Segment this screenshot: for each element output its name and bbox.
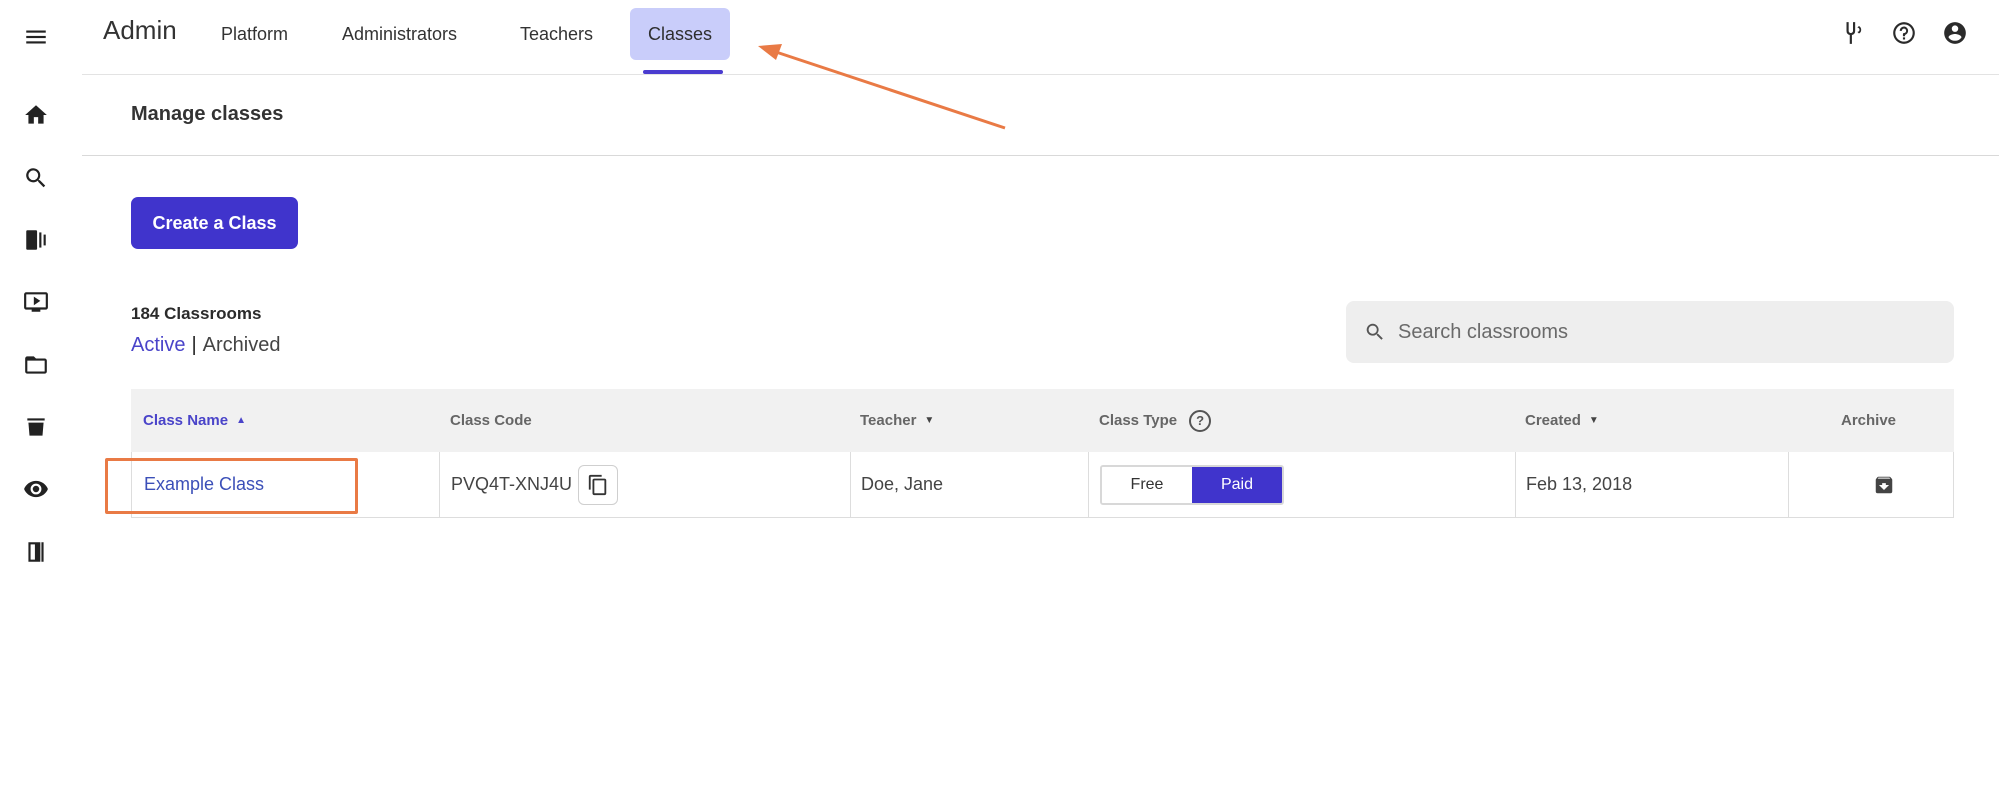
tuning-fork-icon[interactable]: [1838, 18, 1868, 48]
sidebar: [0, 0, 72, 807]
tab-platform[interactable]: Platform: [203, 8, 306, 60]
archive-icon: [1875, 476, 1893, 493]
help-circle-icon[interactable]: [1889, 18, 1919, 48]
home-icon[interactable]: [18, 97, 54, 133]
sort-down-icon: ▼: [924, 415, 935, 426]
sort-down-icon: ▼: [1588, 415, 1599, 426]
column-header-class-name[interactable]: Class Name ▲: [143, 389, 246, 452]
tab-classes[interactable]: Classes: [630, 8, 731, 60]
active-tab-indicator: [643, 70, 723, 74]
filter-separator: |: [191, 334, 197, 356]
app-brand: Admin: [103, 15, 177, 45]
column-header-teacher[interactable]: Teacher ▼: [860, 389, 934, 452]
eye-icon[interactable]: [18, 471, 54, 507]
class-type-free-option[interactable]: Free: [1102, 466, 1192, 503]
status-filter: Active | Archived: [131, 334, 280, 357]
class-type-cell: Free Paid: [1100, 452, 1284, 517]
copy-code-button[interactable]: [578, 464, 619, 505]
search-box: [1346, 301, 1954, 363]
page-header: Manage classes: [82, 76, 1999, 156]
column-label: Class Type: [1099, 412, 1178, 429]
class-type-toggle: Free Paid: [1100, 464, 1284, 505]
column-header-class-type: Class Type ?: [1099, 389, 1212, 452]
class-name-cell: Example Class: [144, 452, 264, 517]
class-code-cell: PVQ4T-XNJ4U: [451, 452, 619, 517]
sort-ascending-icon: ▲: [236, 415, 246, 426]
teacher-cell: Doe, Jane: [861, 474, 944, 494]
help-icon[interactable]: ?: [1189, 409, 1212, 432]
search-icon[interactable]: [18, 160, 54, 196]
cell-divider: [439, 452, 440, 517]
presentation-icon[interactable]: [18, 284, 54, 320]
archive-button[interactable]: [1869, 470, 1899, 500]
class-name-link[interactable]: Example Class: [144, 474, 264, 495]
column-header-created[interactable]: Created ▼: [1525, 389, 1599, 452]
column-label: Archive: [1841, 412, 1897, 429]
column-label: Class Code: [450, 412, 532, 429]
menu-icon[interactable]: [18, 19, 54, 55]
copy-icon: [588, 474, 607, 495]
cell-divider: [1088, 452, 1089, 517]
column-label: Created: [1525, 412, 1581, 429]
filter-archived-link[interactable]: Archived: [203, 334, 281, 356]
class-code-value: PVQ4T-XNJ4U: [451, 474, 573, 494]
create-class-button[interactable]: Create a Class: [131, 197, 298, 249]
tab-teachers[interactable]: Teachers: [502, 8, 611, 60]
search-input[interactable]: [1398, 301, 1938, 363]
classes-table: Class Name ▲ Class Code Teacher ▼ Class …: [131, 389, 1954, 518]
top-nav-bar: Admin Platform Administrators Teachers C…: [82, 0, 1999, 75]
table-header: Class Name ▲ Class Code Teacher ▼ Class …: [131, 389, 1954, 452]
teacher-icon[interactable]: [18, 409, 54, 445]
cell-divider: [850, 452, 851, 517]
filter-active-link[interactable]: Active: [131, 334, 185, 356]
cell-divider: [1515, 452, 1516, 517]
column-label: Class Name: [143, 412, 229, 429]
tab-administrators[interactable]: Administrators: [324, 8, 475, 60]
column-header-archive: Archive: [1841, 389, 1896, 452]
library-icon[interactable]: [18, 222, 54, 258]
class-type-paid-option[interactable]: Paid: [1192, 466, 1282, 503]
created-cell: Feb 13, 2018: [1526, 474, 1633, 494]
column-header-class-code: Class Code: [450, 389, 532, 452]
folder-icon[interactable]: [18, 347, 54, 383]
cell-divider: [1788, 452, 1789, 517]
page-title: Manage classes: [131, 103, 284, 125]
search-icon: [1366, 323, 1383, 340]
classroom-count: 184 Classrooms: [131, 304, 262, 323]
column-label: Teacher: [860, 412, 917, 429]
account-circle-icon[interactable]: [1940, 18, 1970, 48]
exit-door-icon[interactable]: [18, 534, 54, 570]
archive-cell: [1869, 452, 1899, 517]
table-row: Example Class PVQ4T-XNJ4U Doe, Jane Free…: [131, 452, 1954, 518]
